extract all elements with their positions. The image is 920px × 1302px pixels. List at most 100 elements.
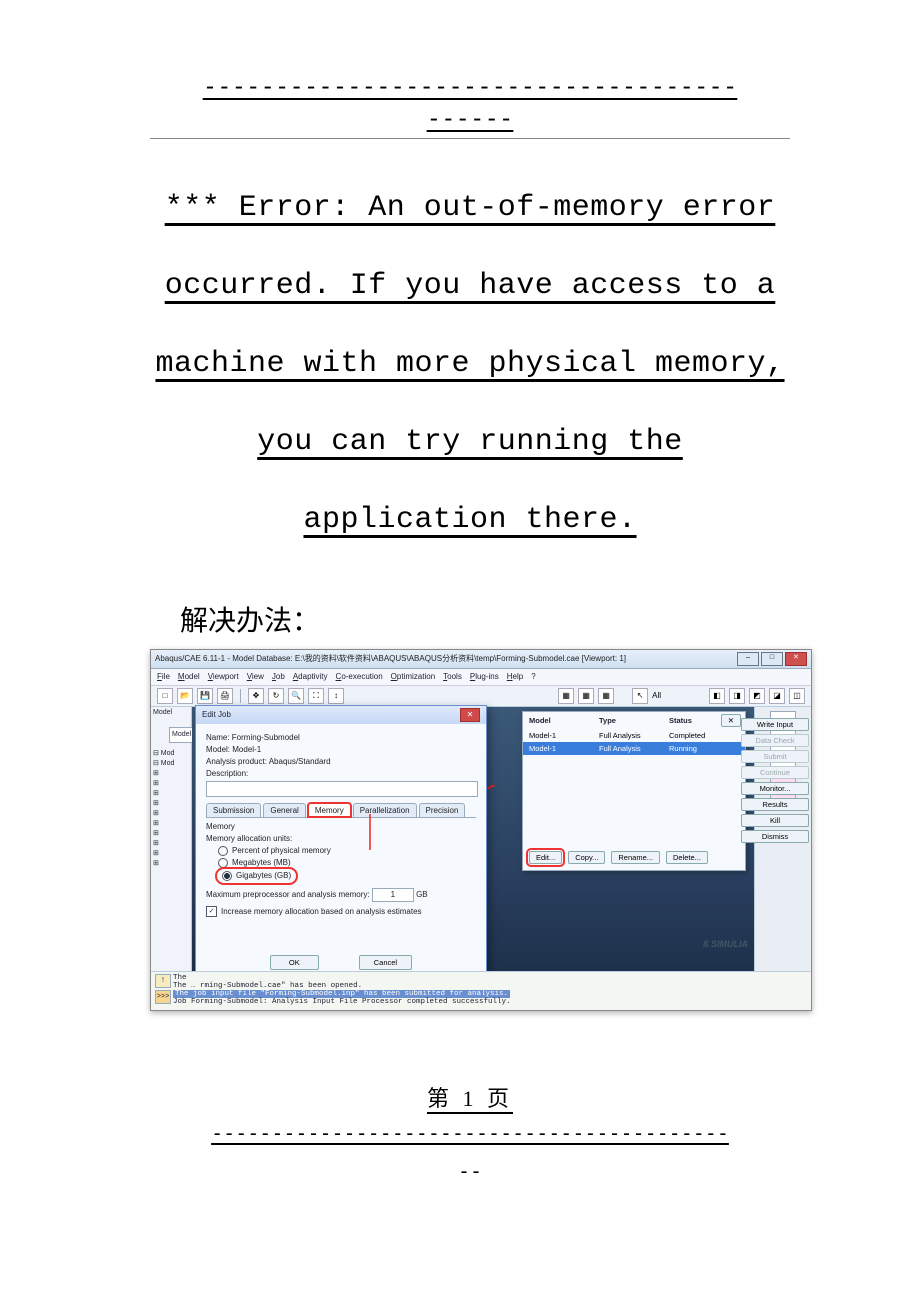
menu-tools[interactable]: Tools [443, 672, 462, 681]
menu-file[interactable]: File [157, 672, 170, 681]
tabs: Submission General Memory Parallelizatio… [206, 803, 476, 818]
view-icon[interactable]: ▦ [558, 688, 574, 704]
radio-mb[interactable]: Megabytes (MB) [218, 858, 476, 868]
fit-icon[interactable]: ⛶ [308, 688, 324, 704]
menu-optimization[interactable]: Optimization [391, 672, 435, 681]
increase-checkbox[interactable]: ✓ [206, 906, 217, 917]
tree-item[interactable]: ⊟ Mod [153, 759, 189, 767]
view-icon2[interactable]: ▦ [578, 688, 594, 704]
menu-help[interactable]: Help [507, 672, 523, 681]
tree-item[interactable]: ⊞ [153, 789, 189, 797]
menu-coexecution[interactable]: Co-execution [336, 672, 383, 681]
job-row[interactable]: Model-1 Full Analysis Completed [523, 729, 745, 742]
job-manager-panel: ✕ Model Type Status Model-1 Full Analysi… [522, 711, 746, 871]
msg-toggle-button[interactable]: >>> [155, 990, 171, 1004]
toolbar: □ 📂 💾 🖨 ✥ ↻ 🔍 ⛶ ↕ ▦ ▦ ▦ ↖ All ◧ ◨ ◩ ◪ ◫ [151, 686, 811, 707]
pan-icon[interactable]: ✥ [248, 688, 264, 704]
ok-button[interactable]: OK [270, 955, 319, 970]
window-titlebar: Abaqus/CAE 6.11-1 - Model Database: E:\我… [151, 650, 811, 669]
misc-icon4[interactable]: ◪ [769, 688, 785, 704]
tree-item[interactable]: ⊞ [153, 809, 189, 817]
copy-button[interactable]: Copy... [568, 851, 605, 864]
results-button[interactable]: Results [741, 798, 809, 811]
tree-item[interactable]: ⊞ [153, 819, 189, 827]
msg-line: The [173, 974, 807, 982]
kill-button[interactable]: Kill [741, 814, 809, 827]
msg-warn-icon[interactable]: ! [155, 974, 171, 988]
increase-label: Increase memory allocation based on anal… [221, 907, 422, 916]
error-message: *** Error: An out-of-memory error occurr… [150, 169, 790, 559]
product-label: Analysis product: [206, 757, 267, 766]
close-button[interactable]: ✕ [785, 652, 807, 666]
tab-parallelization[interactable]: Parallelization [353, 803, 417, 817]
model-tree[interactable]: Model Model ⊟ Mod ⊟ Mod ⊞ ⊞ ⊞ ⊞ ⊞ ⊞ ⊞ ⊞ … [151, 707, 192, 987]
tree-item[interactable]: ⊞ [153, 769, 189, 777]
col-model: Model [529, 716, 599, 725]
cell-status: Completed [669, 731, 739, 740]
rotate-icon[interactable]: ↻ [268, 688, 284, 704]
radio-percent-label: Percent of physical memory [232, 846, 331, 855]
menu-plugins[interactable]: Plug-ins [470, 672, 499, 681]
edit-button[interactable]: Edit... [529, 851, 562, 864]
tab-general[interactable]: General [263, 803, 305, 817]
cell-type: Full Analysis [599, 731, 669, 740]
misc-icon[interactable]: ◧ [709, 688, 725, 704]
save-icon[interactable]: 💾 [197, 688, 213, 704]
tree-item[interactable]: ⊞ [153, 849, 189, 857]
model-value: Model-1 [232, 745, 261, 754]
print-icon[interactable]: 🖨 [217, 688, 233, 704]
max-memory-input[interactable]: 1 [372, 888, 414, 902]
write-input-button[interactable]: Write Input [741, 718, 809, 731]
alloc-label: Memory allocation units: [206, 834, 476, 843]
cancel-button[interactable]: Cancel [359, 955, 412, 970]
radio-mb-label: Megabytes (MB) [232, 858, 291, 867]
msg-line: Job Forming-Submodel: Analysis Input Fil… [173, 998, 807, 1006]
open-icon[interactable]: 📂 [177, 688, 193, 704]
zoom-icon[interactable]: 🔍 [288, 688, 304, 704]
tree-item[interactable]: ⊞ [153, 799, 189, 807]
memory-section-label: Memory [206, 822, 476, 831]
delete-button[interactable]: Delete... [666, 851, 708, 864]
tree-item[interactable]: ⊟ Mod [153, 749, 189, 757]
misc-icon3[interactable]: ◩ [749, 688, 765, 704]
sort-icon[interactable]: ↕ [328, 688, 344, 704]
abaqus-screenshot: Abaqus/CAE 6.11-1 - Model Database: E:\我… [150, 649, 812, 1011]
tab-precision[interactable]: Precision [419, 803, 466, 817]
rename-button[interactable]: Rename... [611, 851, 660, 864]
tree-item[interactable]: ⊞ [153, 839, 189, 847]
job-row-selected[interactable]: Model-1 Full Analysis Running [523, 742, 745, 755]
minimize-button[interactable]: – [737, 652, 759, 666]
tab-memory[interactable]: Memory [308, 803, 351, 817]
new-icon[interactable]: □ [157, 688, 173, 704]
monitor-button[interactable]: Monitor... [741, 782, 809, 795]
description-input[interactable] [206, 781, 478, 797]
menu-job[interactable]: Job [272, 672, 285, 681]
view-icon3[interactable]: ▦ [598, 688, 614, 704]
menu-viewport[interactable]: Viewport [208, 672, 239, 681]
dialog-close-button[interactable]: ✕ [460, 708, 480, 722]
menu-helpcursor[interactable]: ? [531, 672, 535, 681]
selector-icon[interactable]: ↖ [632, 688, 648, 704]
submit-button[interactable]: Submit [741, 750, 809, 763]
radio-gb[interactable]: Gigabytes (GB) [218, 870, 295, 882]
menu-model[interactable]: Model [178, 672, 200, 681]
tree-item[interactable]: ⊞ [153, 829, 189, 837]
dismiss-button[interactable]: Dismiss [741, 830, 809, 843]
radio-percent[interactable]: Percent of physical memory [218, 846, 476, 856]
menu-view[interactable]: View [247, 672, 264, 681]
data-check-button[interactable]: Data Check [741, 734, 809, 747]
misc-icon5[interactable]: ◫ [789, 688, 805, 704]
tab-submission[interactable]: Submission [206, 803, 261, 817]
misc-icon2[interactable]: ◨ [729, 688, 745, 704]
dashes-bottom2: -- [150, 1159, 790, 1183]
maximize-button[interactable]: □ [761, 652, 783, 666]
job-panel-close[interactable]: ✕ [721, 714, 741, 727]
cell-model: Model-1 [529, 744, 599, 753]
menu-adaptivity[interactable]: Adaptivity [293, 672, 328, 681]
desc-label: Description: [206, 769, 248, 778]
toolbar-sep [240, 689, 241, 703]
continue-button[interactable]: Continue [741, 766, 809, 779]
job-side-buttons: Write Input Data Check Submit Continue M… [741, 718, 809, 843]
tree-item[interactable]: ⊞ [153, 859, 189, 867]
tree-item[interactable]: ⊞ [153, 779, 189, 787]
